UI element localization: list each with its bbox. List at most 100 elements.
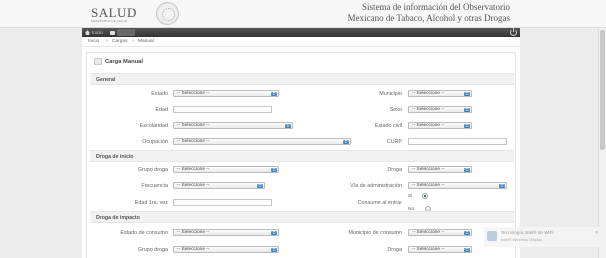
select-value: -- Seleccione -- bbox=[177, 230, 210, 235]
wifi-notification: Tecnología Intel® de WiFi Intel® Wireles… bbox=[484, 227, 600, 247]
select-arrow-icon bbox=[499, 183, 505, 188]
label-edad: Edad bbox=[155, 107, 168, 113]
select-value: -- Seleccione -- bbox=[177, 123, 210, 128]
label-edad-primera-vez: Edad 1ra. vez bbox=[134, 200, 168, 206]
notification-title: Tecnología Intel® de WiFi bbox=[501, 230, 554, 235]
nav-home[interactable]: Inicio bbox=[85, 29, 103, 36]
label-estado-civil: Estado civil bbox=[374, 123, 402, 129]
breadcrumb-cargas[interactable]: Cargas bbox=[112, 39, 127, 44]
label-escolaridad: Escolaridad bbox=[139, 123, 168, 129]
site-title-line1: Sistema de información del Observatorio bbox=[362, 2, 510, 12]
radio-si-label: Si bbox=[408, 194, 413, 199]
select-value: -- Seleccione -- bbox=[412, 183, 445, 188]
frecuencia-select[interactable]: -- Seleccione -- bbox=[173, 182, 265, 189]
estado-consumo-select[interactable]: -- Seleccione -- bbox=[173, 229, 279, 236]
site-title-line2: Mexicano de Tabaco, Alcohol y otras Drog… bbox=[347, 13, 510, 23]
select-value: -- Seleccione -- bbox=[412, 91, 445, 96]
select-arrow-icon bbox=[464, 91, 470, 96]
nav-data[interactable]: Datos bbox=[110, 29, 136, 36]
estado-select[interactable]: -- Seleccione -- bbox=[173, 90, 279, 97]
select-value: -- Seleccione -- bbox=[177, 167, 210, 172]
label-consume-al-entrar: Consume al entrar bbox=[357, 200, 402, 206]
select-arrow-icon bbox=[271, 230, 277, 235]
label-sexo: Sexo bbox=[389, 107, 402, 113]
close-icon[interactable]: × bbox=[595, 230, 598, 236]
notification-subtitle: Intel® Wireless Display bbox=[501, 237, 543, 242]
droga-select[interactable]: -- Seleccione -- bbox=[408, 166, 472, 173]
edad-primera-vez-input[interactable] bbox=[173, 199, 272, 206]
select-value: -- Seleccione -- bbox=[177, 139, 210, 144]
curp-input[interactable] bbox=[408, 138, 507, 145]
document-icon bbox=[94, 58, 102, 65]
label-curp: CURP bbox=[386, 139, 402, 145]
ocupacion-select[interactable]: -- Seleccione -- bbox=[173, 138, 351, 145]
select-value: -- Seleccione -- bbox=[412, 230, 445, 235]
via-administracion-select[interactable]: -- Seleccione -- bbox=[408, 182, 507, 189]
select-arrow-icon bbox=[343, 139, 349, 144]
droga-impacto-select[interactable]: -- Seleccione -- bbox=[408, 246, 472, 253]
main-container: Inicio » Cargas » Manual Carga Manual Ge… bbox=[82, 37, 520, 258]
select-arrow-icon bbox=[464, 230, 470, 235]
label-estado: Estado bbox=[151, 91, 168, 97]
grupo-droga-select[interactable]: -- Seleccione -- bbox=[173, 166, 279, 173]
coat-of-arms-icon bbox=[156, 2, 179, 25]
escolaridad-select[interactable]: -- Seleccione -- bbox=[173, 122, 293, 129]
select-arrow-icon bbox=[464, 123, 470, 128]
breadcrumb-separator: » bbox=[132, 39, 135, 44]
select-arrow-icon bbox=[464, 107, 470, 112]
estado-civil-select[interactable]: -- Seleccione -- bbox=[408, 122, 472, 129]
section-droga-impacto-label: Droga de impacto bbox=[96, 215, 140, 221]
label-estado-consumo: Estado de consumo bbox=[120, 230, 168, 236]
select-value: -- Seleccione -- bbox=[412, 247, 445, 252]
label-via-administracion: Vía de administración bbox=[350, 183, 402, 189]
label-ocupacion: Ocupación bbox=[142, 139, 168, 145]
select-value: -- Seleccione -- bbox=[177, 183, 210, 188]
section-general: General bbox=[90, 73, 514, 85]
breadcrumb-home[interactable]: Inicio bbox=[88, 39, 99, 44]
power-icon[interactable] bbox=[510, 28, 517, 36]
home-icon bbox=[85, 30, 90, 36]
panel-title-text: Carga Manual bbox=[105, 59, 144, 66]
label-droga-impacto: Droga bbox=[387, 247, 402, 253]
panel-title: Carga Manual bbox=[94, 58, 143, 65]
select-value: -- Seleccione -- bbox=[177, 247, 210, 252]
select-value: -- Seleccione -- bbox=[412, 123, 445, 128]
database-icon bbox=[110, 30, 115, 35]
top-navbar: Inicio Datos bbox=[82, 28, 520, 37]
carga-manual-panel: Carga Manual General Estado -- Seleccion… bbox=[86, 52, 516, 258]
select-value: -- Seleccione -- bbox=[177, 91, 210, 96]
select-arrow-icon bbox=[271, 167, 277, 172]
municipio-select[interactable]: -- Seleccione -- bbox=[408, 90, 472, 97]
label-municipio: Municipio bbox=[379, 91, 402, 97]
breadcrumb-manual: Manual bbox=[138, 39, 154, 44]
section-droga-inicio: Droga de inicio bbox=[90, 150, 514, 162]
select-arrow-icon bbox=[271, 91, 277, 96]
site-title: Sistema de información del Observatorio … bbox=[348, 2, 510, 24]
label-municipio-consumo: Municipio de consumo bbox=[348, 230, 402, 236]
grupo-droga-impacto-select[interactable]: -- Seleccione -- bbox=[173, 246, 279, 253]
select-value: -- Seleccione -- bbox=[412, 107, 445, 112]
select-arrow-icon bbox=[257, 183, 263, 188]
section-general-label: General bbox=[96, 77, 116, 83]
nav-data-label: Datos bbox=[117, 29, 136, 36]
label-droga: Droga bbox=[387, 167, 402, 173]
label-grupo-droga-impacto: Grupo droga bbox=[137, 247, 168, 253]
breadcrumb-separator: » bbox=[106, 39, 109, 44]
page-scrollbar[interactable] bbox=[598, 28, 606, 258]
logo-subtitle: SECRETARÍA DE SALUD bbox=[91, 19, 128, 23]
section-droga-inicio-label: Droga de inicio bbox=[96, 154, 134, 160]
nav-home-label: Inicio bbox=[92, 30, 103, 35]
select-arrow-icon bbox=[464, 247, 470, 252]
select-arrow-icon bbox=[285, 123, 291, 128]
section-droga-impacto: Droga de impacto bbox=[90, 211, 514, 223]
breadcrumb: Inicio » Cargas » Manual bbox=[82, 37, 520, 47]
consume-si-radio[interactable] bbox=[422, 193, 428, 199]
municipio-consumo-select[interactable]: -- Seleccione -- bbox=[408, 229, 472, 236]
select-arrow-icon bbox=[271, 247, 277, 252]
select-arrow-icon bbox=[464, 167, 470, 172]
select-value: -- Seleccione -- bbox=[412, 167, 445, 172]
edad-input[interactable] bbox=[173, 106, 272, 113]
label-grupo-droga: Grupo droga bbox=[137, 167, 168, 173]
sexo-select[interactable]: -- Seleccione -- bbox=[408, 106, 472, 113]
scrollbar-thumb[interactable] bbox=[600, 30, 605, 150]
